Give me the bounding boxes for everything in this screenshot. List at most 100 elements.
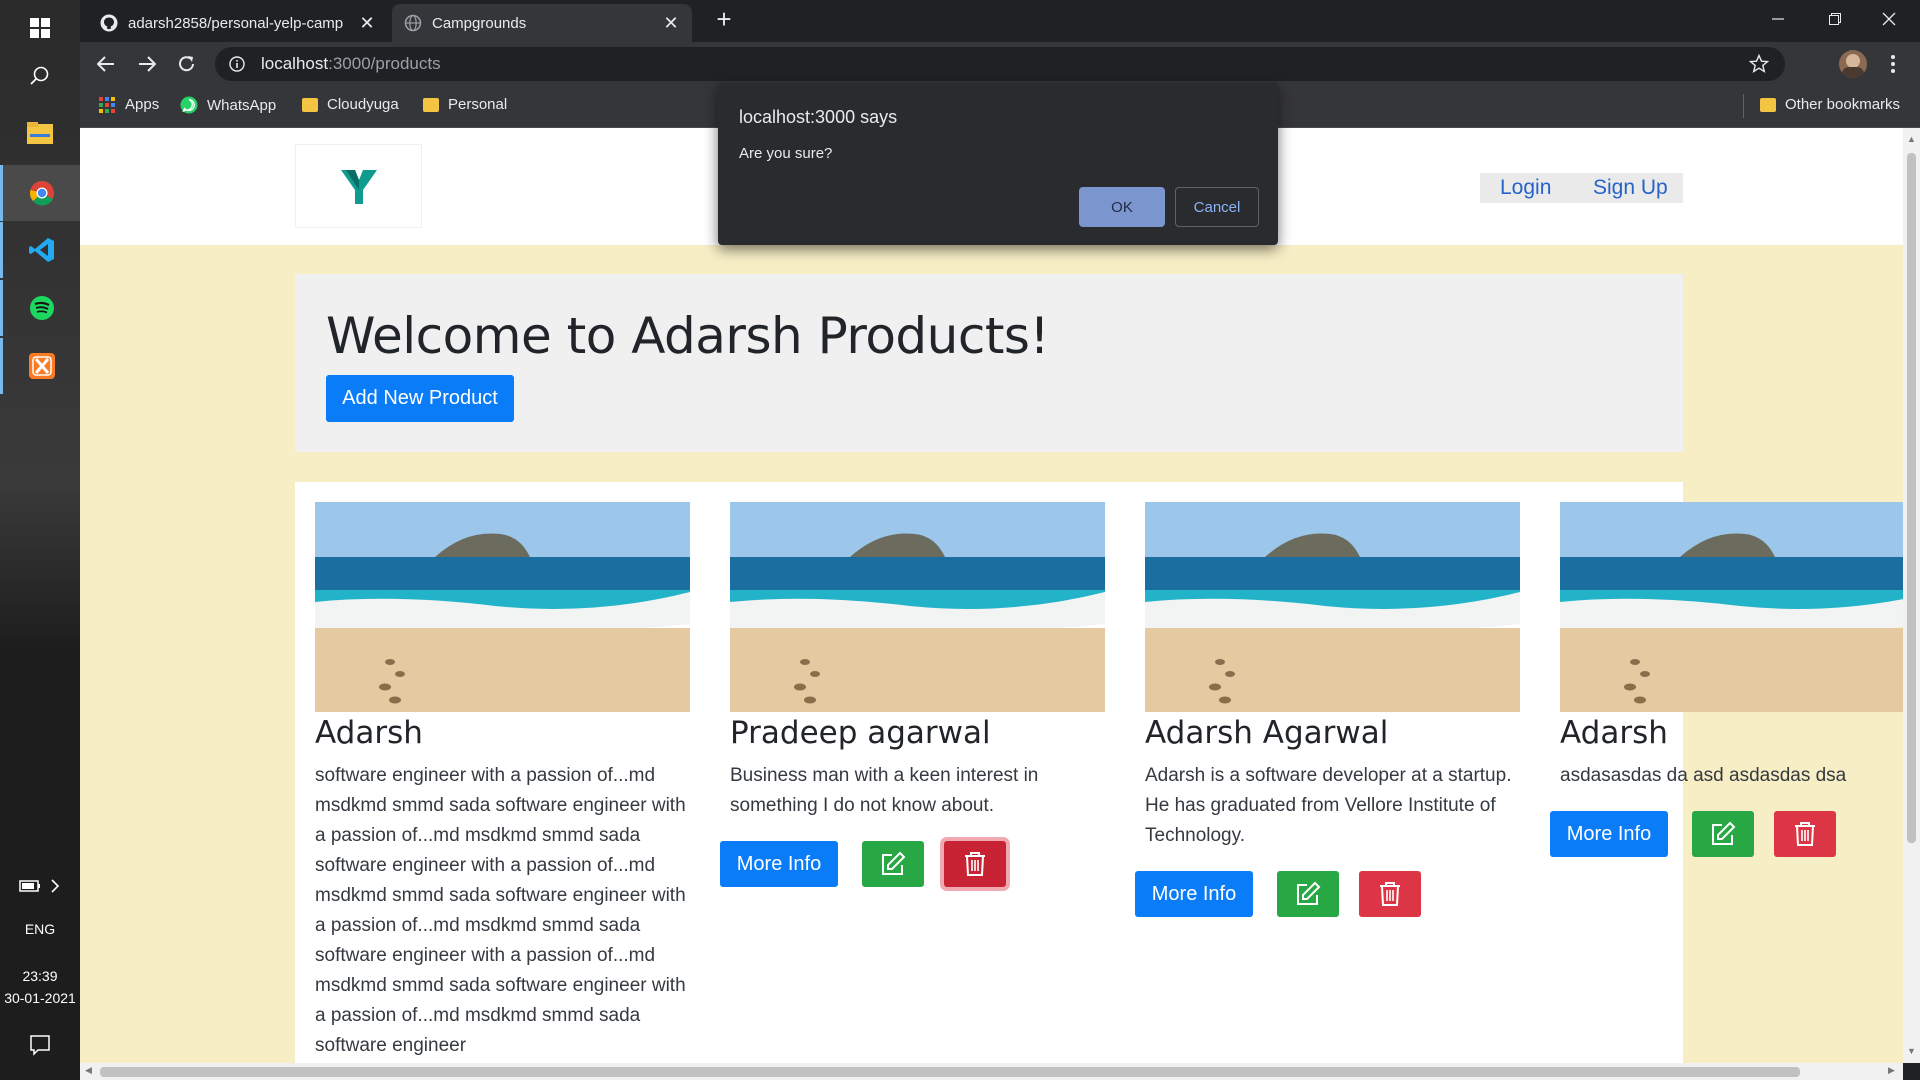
- close-icon[interactable]: ✕: [358, 13, 376, 34]
- delete-button[interactable]: [1359, 871, 1421, 917]
- spotify-icon[interactable]: [0, 280, 80, 336]
- product-name: Pradeep agarwal: [730, 715, 991, 751]
- more-info-button[interactable]: More Info: [1550, 811, 1668, 857]
- chrome-icon[interactable]: [0, 165, 80, 221]
- tab-title: adarsh2858/personal-yelp-camp: [128, 14, 344, 32]
- tab-title: Campgrounds: [432, 14, 527, 32]
- kebab-menu-icon[interactable]: [1878, 49, 1908, 79]
- star-icon[interactable]: [1749, 54, 1769, 74]
- dialog-message: Are you sure?: [739, 145, 833, 162]
- trash-icon: [965, 852, 985, 876]
- card-actions: More Info: [1550, 811, 1903, 861]
- more-info-button[interactable]: More Info: [720, 841, 838, 887]
- product-image[interactable]: [315, 502, 690, 712]
- tab-github[interactable]: adarsh2858/personal-yelp-camp ✕: [88, 4, 388, 42]
- language-indicator[interactable]: ENG: [0, 921, 80, 937]
- vertical-scroll-thumb[interactable]: [1907, 153, 1916, 843]
- trash-icon: [1795, 822, 1815, 846]
- product-description: Business man with a keen interest in som…: [730, 765, 1039, 816]
- avatar[interactable]: [1839, 50, 1867, 78]
- url-path: :3000/products: [328, 54, 441, 73]
- edit-button[interactable]: [1692, 811, 1754, 857]
- ok-button[interactable]: OK: [1079, 187, 1165, 227]
- more-info-button[interactable]: More Info: [1135, 871, 1253, 917]
- page-title: Welcome to Adarsh Products!: [326, 307, 1050, 365]
- scroll-right-icon[interactable]: ▶: [1888, 1065, 1895, 1076]
- product-description: asdasasdas da asd asdasdas dsa: [1560, 765, 1847, 786]
- product-card: Adarsh asdasasdas da asd asdasdas dsa Mo…: [1550, 502, 1903, 861]
- other-bookmarks[interactable]: Other bookmarks: [1760, 96, 1900, 113]
- login-link[interactable]: Login: [1500, 176, 1551, 200]
- product-image[interactable]: [730, 502, 1105, 712]
- apps-grid-icon: [99, 96, 115, 113]
- add-new-product-button[interactable]: Add New Product: [326, 375, 514, 422]
- clock-time[interactable]: 23:39: [0, 968, 80, 984]
- back-icon[interactable]: [91, 49, 121, 79]
- forward-icon[interactable]: [132, 49, 162, 79]
- bookmark-label: Apps: [125, 96, 160, 113]
- url-host: localhost: [261, 54, 329, 73]
- new-tab-button[interactable]: +: [704, 0, 744, 38]
- info-icon[interactable]: [229, 56, 245, 72]
- minimize-icon[interactable]: [1753, 0, 1803, 38]
- edit-icon: [882, 851, 906, 875]
- delete-button[interactable]: [944, 841, 1006, 887]
- signup-link[interactable]: Sign Up: [1593, 176, 1668, 200]
- edit-button[interactable]: [1277, 871, 1339, 917]
- close-icon[interactable]: ✕: [662, 13, 680, 34]
- battery-icon[interactable]: [0, 866, 80, 906]
- product-name: Adarsh: [315, 715, 423, 751]
- scroll-down-icon[interactable]: ▼: [1907, 1046, 1916, 1056]
- product-name: Adarsh: [1560, 715, 1668, 751]
- folder-icon: [1760, 97, 1776, 112]
- confirm-dialog: localhost:3000 says Are you sure? OK Can…: [718, 83, 1278, 245]
- whatsapp-icon: [180, 96, 198, 114]
- product-description: software engineer with a passion of...md…: [315, 765, 686, 1056]
- site-logo[interactable]: [295, 144, 422, 228]
- clock-date[interactable]: 30-01-2021: [0, 990, 80, 1006]
- bookmark-cloudyuga[interactable]: Cloudyuga: [302, 96, 399, 113]
- search-icon[interactable]: [0, 48, 80, 104]
- bookmark-label: WhatsApp: [207, 96, 277, 114]
- product-grid: Adarsh software engineer with a passion …: [295, 482, 1903, 1063]
- edit-icon: [1297, 881, 1321, 905]
- folder-icon: [302, 97, 318, 112]
- delete-button[interactable]: [1774, 811, 1836, 857]
- bookmark-label: Cloudyuga: [327, 96, 399, 113]
- xampp-icon[interactable]: [0, 338, 80, 394]
- bookmark-personal[interactable]: Personal: [423, 96, 507, 113]
- scroll-up-icon[interactable]: ▲: [1907, 134, 1916, 144]
- product-card: Adarsh Agarwal Adarsh is a software deve…: [1135, 502, 1520, 921]
- file-explorer-icon[interactable]: [0, 105, 80, 161]
- horizontal-scrollbar[interactable]: ◀ ▶: [80, 1063, 1903, 1080]
- bookmark-whatsapp[interactable]: WhatsApp: [180, 96, 276, 114]
- notification-icon[interactable]: [0, 1020, 80, 1070]
- browser-toolbar: localhost:3000/products: [80, 42, 1920, 86]
- cancel-button[interactable]: Cancel: [1175, 187, 1259, 227]
- github-icon: [100, 14, 118, 32]
- vertical-scrollbar[interactable]: ▲ ▼: [1903, 128, 1920, 1063]
- dialog-title: localhost:3000 says: [739, 107, 898, 127]
- horizontal-scroll-thumb[interactable]: [100, 1067, 1800, 1077]
- bookmark-divider: [1743, 94, 1744, 118]
- restore-icon[interactable]: [1810, 0, 1860, 38]
- tab-strip: adarsh2858/personal-yelp-camp ✕ Campgrou…: [80, 0, 1920, 42]
- address-bar[interactable]: localhost:3000/products: [215, 47, 1785, 81]
- scroll-left-icon[interactable]: ◀: [85, 1065, 92, 1076]
- product-card: Pradeep agarwal Business man with a keen…: [720, 502, 1105, 891]
- trash-icon: [1380, 882, 1400, 906]
- bookmark-apps[interactable]: Apps: [98, 96, 159, 113]
- product-image[interactable]: [1145, 502, 1520, 712]
- vscode-icon[interactable]: [0, 222, 80, 278]
- tab-campgrounds[interactable]: Campgrounds ✕: [392, 4, 692, 42]
- logo-icon: [340, 170, 377, 204]
- bookmark-label: Other bookmarks: [1785, 96, 1901, 113]
- product-description: Adarsh is a software developer at a star…: [1145, 765, 1512, 846]
- edit-button[interactable]: [862, 841, 924, 887]
- page-viewport: Login Sign Up Welcome to Adarsh Products…: [80, 128, 1903, 1063]
- reload-icon[interactable]: [172, 49, 202, 79]
- product-image[interactable]: [1560, 502, 1903, 712]
- close-window-icon[interactable]: [1864, 0, 1914, 38]
- globe-icon: [404, 14, 422, 32]
- windows-taskbar: ENG 23:39 30-01-2021: [0, 0, 80, 1080]
